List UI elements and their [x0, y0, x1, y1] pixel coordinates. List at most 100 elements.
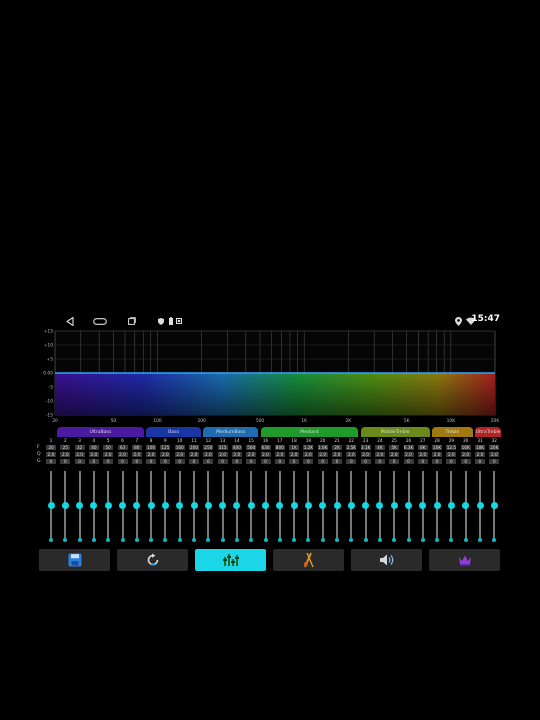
channel-frequency[interactable]: 40 [88, 445, 99, 450]
volume-button[interactable] [351, 549, 422, 571]
slider-knob[interactable] [405, 502, 412, 509]
channel-gain[interactable]: 0 [46, 459, 56, 464]
channel-q-value[interactable]: 2.0 [489, 452, 500, 457]
channel-q-value[interactable]: 2.0 [217, 452, 228, 457]
channel-q-value[interactable]: 2.0 [60, 452, 71, 457]
channel-frequency[interactable]: 1.2K [303, 445, 314, 450]
channel-gain[interactable]: 0 [360, 459, 371, 464]
channel-q-value[interactable]: 2.0 [260, 452, 271, 457]
channel-frequency[interactable]: 1K [289, 445, 300, 450]
channel-q-value[interactable]: 2.0 [332, 452, 342, 457]
slider-knob[interactable] [47, 502, 55, 509]
channel-q-value[interactable]: 2.0 [46, 452, 56, 457]
channel-gain[interactable]: 0 [231, 459, 242, 464]
channel-gain[interactable]: 0 [146, 459, 157, 464]
slider-knob[interactable] [362, 502, 370, 509]
channel-frequency[interactable]: 20K [489, 445, 500, 450]
channel-frequency[interactable]: 315 [217, 445, 228, 450]
slider-knob[interactable] [76, 502, 84, 509]
channel-gain[interactable]: 0 [374, 459, 385, 464]
save-button[interactable] [39, 549, 110, 571]
channel-q-value[interactable]: 2.0 [274, 452, 285, 457]
slider-knob[interactable] [219, 502, 227, 509]
channel-q-value[interactable]: 2.0 [289, 452, 300, 457]
channel-frequency[interactable]: 25 [60, 445, 71, 450]
channel-q-value[interactable]: 2.0 [475, 452, 485, 457]
slider-knob[interactable] [304, 502, 312, 509]
channel-frequency[interactable]: 5K [389, 445, 400, 450]
slider-knob[interactable] [233, 502, 241, 509]
channel-frequency[interactable]: 200 [189, 445, 199, 450]
slider-knob[interactable] [290, 502, 298, 509]
channel-q-value[interactable]: 2.0 [88, 452, 99, 457]
channel-frequency[interactable]: 12.5 [446, 445, 457, 450]
channel-gain[interactable]: 0 [131, 459, 142, 464]
channel-frequency[interactable]: 160 [174, 445, 185, 450]
slider-knob[interactable] [276, 502, 284, 509]
channel-frequency[interactable]: 630 [260, 445, 271, 450]
channel-q-value[interactable]: 2.0 [231, 452, 242, 457]
slider-knob[interactable] [133, 502, 141, 509]
channel-q-value[interactable]: 2.0 [360, 452, 371, 457]
channel-gain[interactable]: 0 [103, 459, 114, 464]
channel-frequency[interactable]: 10K [432, 445, 443, 450]
reset-button[interactable] [117, 549, 188, 571]
channel-frequency[interactable]: 400 [231, 445, 242, 450]
channel-q-value[interactable]: 2.0 [146, 452, 157, 457]
slider-knob[interactable] [333, 502, 341, 509]
channel-gain[interactable]: 0 [260, 459, 271, 464]
slider-knob[interactable] [119, 502, 126, 509]
slider-knob[interactable] [490, 502, 498, 509]
channel-gain[interactable]: 0 [203, 459, 214, 464]
slider-knob[interactable] [419, 502, 427, 509]
channel-q-value[interactable]: 2.0 [117, 452, 128, 457]
channel-q-value[interactable]: 2.0 [203, 452, 214, 457]
channel-gain[interactable]: 0 [246, 459, 257, 464]
channel-frequency[interactable]: 4K [374, 445, 385, 450]
slider-knob[interactable] [462, 502, 470, 509]
channel-q-value[interactable]: 2.0 [446, 452, 457, 457]
channel-gain[interactable]: 0 [88, 459, 99, 464]
channel-frequency[interactable]: 63 [117, 445, 128, 450]
channel-q-value[interactable]: 2.0 [246, 452, 257, 457]
channel-q-value[interactable]: 2.0 [174, 452, 185, 457]
channel-frequency[interactable]: 80 [131, 445, 142, 450]
channel-gain[interactable]: 0 [217, 459, 228, 464]
slider-knob[interactable] [176, 502, 184, 509]
channel-frequency[interactable]: 250 [203, 445, 214, 450]
channel-q-value[interactable]: 2.0 [160, 452, 171, 457]
slider-knob[interactable] [319, 502, 327, 509]
channel-q-value[interactable]: 2.0 [389, 452, 400, 457]
channel-q-value[interactable]: 2.0 [74, 452, 85, 457]
equalizer-preset-button[interactable] [195, 549, 266, 571]
channel-gain[interactable]: 0 [332, 459, 342, 464]
slider-knob[interactable] [247, 502, 255, 509]
channel-gain[interactable]: 0 [403, 459, 414, 464]
channel-q-value[interactable]: 2.0 [403, 452, 414, 457]
slider-knob[interactable] [476, 502, 484, 509]
channel-frequency[interactable]: 2K [332, 445, 342, 450]
premium-button[interactable] [429, 549, 500, 571]
channel-frequency[interactable]: 18K [475, 445, 485, 450]
channel-frequency[interactable]: 125 [160, 445, 171, 450]
channel-q-value[interactable]: 2.0 [417, 452, 428, 457]
slider-knob[interactable] [204, 502, 212, 509]
channel-frequency[interactable]: 8K [417, 445, 428, 450]
channel-q-value[interactable]: 2.0 [432, 452, 443, 457]
channel-q-value[interactable]: 2.0 [103, 452, 114, 457]
channel-frequency[interactable]: 50 [103, 445, 114, 450]
channel-frequency[interactable]: 800 [274, 445, 285, 450]
channel-gain[interactable]: 0 [489, 459, 500, 464]
slider-knob[interactable] [61, 502, 69, 509]
channel-gain[interactable]: 0 [74, 459, 85, 464]
channel-gain[interactable]: 0 [475, 459, 485, 464]
channel-gain[interactable]: 0 [274, 459, 285, 464]
channel-frequency[interactable]: 32 [74, 445, 85, 450]
channel-gain[interactable]: 0 [289, 459, 300, 464]
slider-knob[interactable] [376, 502, 384, 509]
slider-knob[interactable] [161, 502, 169, 509]
channel-frequency[interactable]: 3.1K [360, 445, 371, 450]
channel-gain[interactable]: 0 [389, 459, 400, 464]
slider-knob[interactable] [147, 502, 155, 509]
channel-gain[interactable]: 0 [460, 459, 471, 464]
